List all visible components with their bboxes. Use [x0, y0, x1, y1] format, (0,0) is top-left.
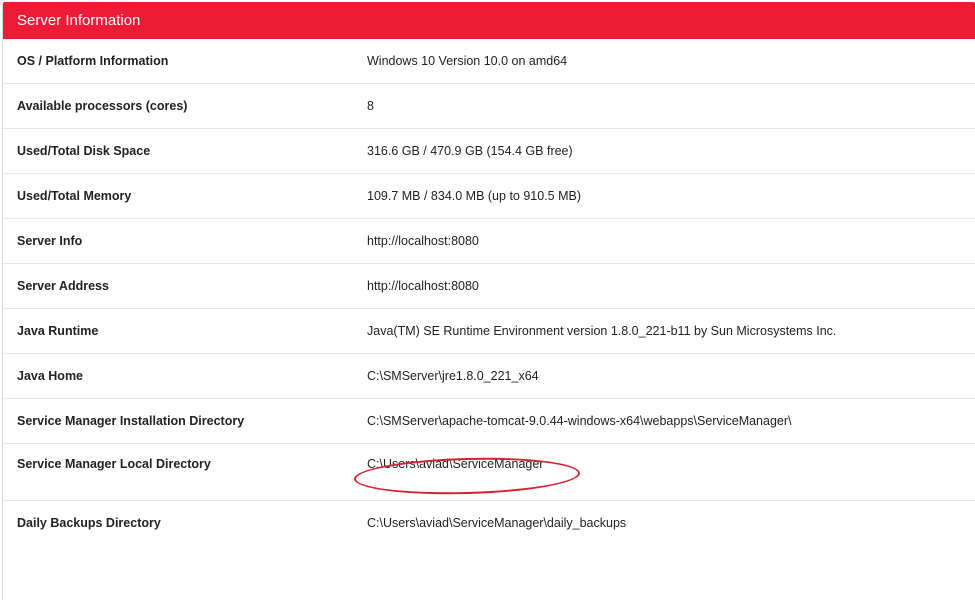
row-label: OS / Platform Information [17, 54, 169, 68]
panel-title: Server Information [3, 2, 975, 39]
row-memory: Used/Total Memory 109.7 MB / 834.0 MB (u… [3, 174, 975, 219]
server-information-panel: Server Information OS / Platform Informa… [2, 2, 975, 600]
row-label: Server Address [17, 279, 109, 293]
row-value: C:\Users\aviad\ServiceManager [367, 457, 544, 471]
row-label: Server Info [17, 234, 83, 248]
row-label: Service Manager Local Directory [17, 457, 211, 471]
row-label: Used/Total Memory [17, 189, 132, 203]
row-server-address: Server Address http://localhost:8080 [3, 264, 975, 309]
row-processors: Available processors (cores) 8 [3, 84, 975, 129]
row-value: C:\Users\aviad\ServiceManager\daily_back… [367, 516, 627, 530]
row-label: Used/Total Disk Space [17, 144, 151, 158]
info-table: OS / Platform Information Windows 10 Ver… [3, 39, 975, 546]
row-disk-space: Used/Total Disk Space 316.6 GB / 470.9 G… [3, 129, 975, 174]
row-label: Service Manager Installation Directory [17, 414, 245, 428]
row-server-info: Server Info http://localhost:8080 [3, 219, 975, 264]
row-value: Java(TM) SE Runtime Environment version … [367, 324, 837, 338]
row-label: Daily Backups Directory [17, 516, 161, 530]
row-value: http://localhost:8080 [367, 279, 479, 293]
row-value: C:\SMServer\jre1.8.0_221_x64 [367, 369, 539, 383]
row-installation-directory: Service Manager Installation Directory C… [3, 399, 975, 444]
row-value: C:\SMServer\apache-tomcat-9.0.44-windows… [367, 414, 792, 428]
row-value: 8 [367, 99, 374, 113]
row-value: 316.6 GB / 470.9 GB (154.4 GB free) [367, 144, 573, 158]
row-value: 109.7 MB / 834.0 MB (up to 910.5 MB) [367, 189, 582, 203]
row-daily-backups-directory: Daily Backups Directory C:\Users\aviad\S… [3, 501, 975, 546]
row-label: Java Runtime [17, 324, 99, 338]
row-value: http://localhost:8080 [367, 234, 479, 248]
row-label: Java Home [17, 369, 84, 383]
row-value: Windows 10 Version 10.0 on amd64 [367, 54, 568, 68]
row-java-runtime: Java Runtime Java(TM) SE Runtime Environ… [3, 309, 975, 354]
row-java-home: Java Home C:\SMServer\jre1.8.0_221_x64 [3, 354, 975, 399]
row-local-directory: Service Manager Local Directory C:\Users… [3, 444, 975, 501]
row-label: Available processors (cores) [17, 99, 188, 113]
row-os-platform: OS / Platform Information Windows 10 Ver… [3, 39, 975, 84]
